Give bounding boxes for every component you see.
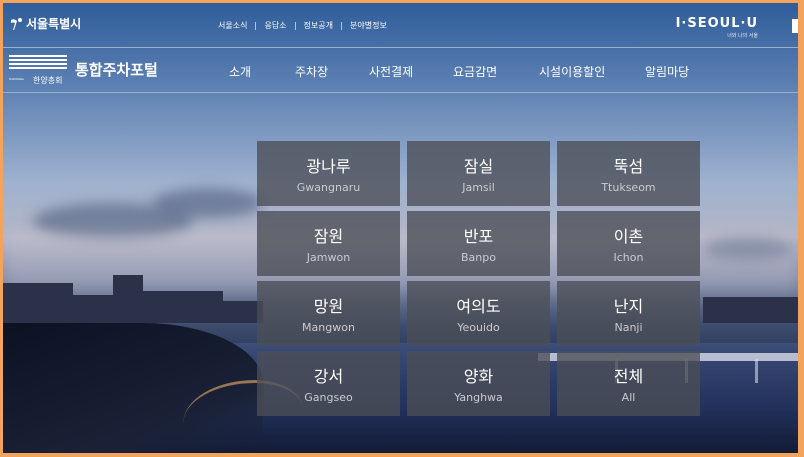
- nav-item-notices[interactable]: 알림마당: [645, 63, 689, 80]
- main-nav: 소개 주차장 사전결제 요금감면 시설이용할인 알림마당: [229, 63, 689, 80]
- logo-stripe: [9, 63, 67, 65]
- header-divider: [3, 92, 798, 93]
- top-utility-bar: 서울특별시 서울소식 응답소 정보공개 분야별정보 I·SEOUL·U 너와 나…: [3, 3, 798, 45]
- park-tile-banpo[interactable]: 반포 Banpo: [407, 211, 550, 276]
- brand-slogan: I·SEOUL·U: [675, 16, 758, 31]
- park-name-ko: 양화: [463, 367, 494, 386]
- park-name-ko: 잠실: [463, 157, 494, 176]
- brand-subtitle: 너와 나의 서울: [727, 33, 758, 39]
- scroll-edge-tab: [792, 19, 798, 33]
- park-name-ko: 난지: [613, 297, 644, 316]
- park-selection-grid: 광나루 Gwangnaru 잠실 Jamsil 뚝섬 Ttukseom 잠원 J…: [257, 141, 701, 416]
- background-city: [143, 291, 223, 323]
- park-name-ko: 잠원: [313, 227, 344, 246]
- park-tile-jamsil[interactable]: 잠실 Jamsil: [407, 141, 550, 206]
- util-link-news[interactable]: 서울소식: [218, 20, 247, 31]
- park-name-en: Yeouido: [457, 321, 500, 334]
- seoul-name: 서울특별시: [26, 17, 82, 31]
- util-link-field-info[interactable]: 분야별정보: [350, 20, 387, 31]
- park-tile-ichon[interactable]: 이촌 Ichon: [557, 211, 700, 276]
- background-city: [3, 283, 73, 323]
- background-city: [703, 297, 798, 323]
- park-tile-all[interactable]: 전체 All: [557, 351, 700, 416]
- park-tile-jamwon[interactable]: 잠원 Jamwon: [257, 211, 400, 276]
- park-name-ko: 뚝섬: [613, 157, 644, 176]
- park-name-ko: 반포: [463, 227, 494, 246]
- util-divider: [341, 21, 342, 30]
- logo-stripe: [9, 59, 67, 61]
- util-divider: [294, 21, 296, 30]
- park-tile-mangwon[interactable]: 망원 Mangwon: [257, 281, 400, 346]
- park-name-ko: 강서: [313, 367, 344, 386]
- park-name-en: Gangseo: [304, 391, 353, 404]
- park-name-en: Jamsil: [462, 181, 495, 194]
- util-link-eungdapso[interactable]: 응답소: [264, 20, 286, 31]
- util-divider: [255, 21, 257, 30]
- park-name-ko: 이촌: [613, 227, 644, 246]
- page-frame: 서울특별시 서울소식 응답소 정보공개 분야별정보 I·SEOUL·U 너와 나…: [3, 3, 798, 453]
- park-name-ko: 망원: [313, 297, 344, 316]
- park-name-en: All: [621, 391, 636, 404]
- park-name-en: Mangwon: [302, 321, 355, 334]
- logo-korean-text: 한양총회: [33, 76, 63, 85]
- logo-english-text: HANYANG: [9, 77, 24, 81]
- park-tile-yanghwa[interactable]: 양화 Yanghwa: [407, 351, 550, 416]
- nav-item-facility-discount[interactable]: 시설이용할인: [539, 63, 645, 80]
- logo-stripe: [9, 67, 67, 69]
- hanyang-logo[interactable]: HANYANG 한양총회: [9, 55, 67, 85]
- util-link-info-disclosure[interactable]: 정보공개: [304, 20, 333, 31]
- park-name-ko: 광나루: [306, 157, 351, 176]
- park-tile-yeouido[interactable]: 여의도 Yeouido: [407, 281, 550, 346]
- park-tile-nanji[interactable]: 난지 Nanji: [557, 281, 700, 346]
- seoul-logo[interactable]: 서울특별시: [9, 15, 81, 32]
- main-header: HANYANG 한양총회 통합주차포털 소개 주차장 사전결제 요금감면 시설이…: [3, 47, 798, 94]
- park-name-en: Banpo: [461, 251, 496, 264]
- park-name-en: Nanji: [614, 321, 643, 334]
- nav-item-fee-reduction[interactable]: 요금감면: [453, 63, 539, 80]
- park-tile-gwangnaru[interactable]: 광나루 Gwangnaru: [257, 141, 400, 206]
- background-cloud: [153, 188, 263, 218]
- park-name-en: Ichon: [613, 251, 644, 264]
- park-tile-ttukseom[interactable]: 뚝섬 Ttukseom: [557, 141, 700, 206]
- park-name-ko: 여의도: [456, 297, 501, 316]
- nav-item-prepayment[interactable]: 사전결제: [369, 63, 453, 80]
- seoul-symbol-icon: [11, 17, 22, 30]
- portal-title[interactable]: 통합주차포털: [75, 59, 158, 80]
- park-name-en: Yanghwa: [454, 391, 503, 404]
- nav-item-about[interactable]: 소개: [229, 63, 295, 80]
- park-name-ko: 전체: [613, 367, 644, 386]
- park-name-en: Ttukseom: [601, 181, 656, 194]
- i-seoul-u-brand[interactable]: I·SEOUL·U 너와 나의 서울: [676, 16, 758, 39]
- nav-item-parking-lots[interactable]: 주차장: [295, 63, 369, 80]
- background-city: [113, 275, 143, 323]
- park-tile-gangseo[interactable]: 강서 Gangseo: [257, 351, 400, 416]
- utility-links: 서울소식 응답소 정보공개 분야별정보: [218, 20, 387, 31]
- background-bridge-pier: [755, 359, 758, 383]
- background-city: [73, 295, 113, 323]
- park-name-en: Gwangnaru: [296, 181, 361, 194]
- logo-stripe: [9, 55, 67, 57]
- park-name-en: Jamwon: [306, 251, 351, 264]
